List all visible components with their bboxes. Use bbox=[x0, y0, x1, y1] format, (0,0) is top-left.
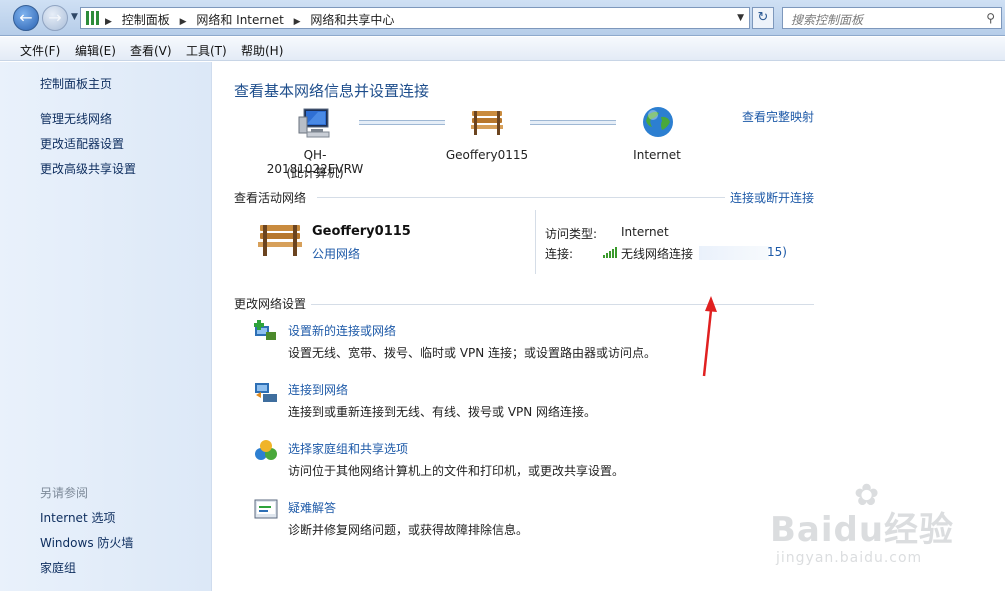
arrow-right-icon: → bbox=[48, 8, 62, 27]
redacted-area bbox=[699, 246, 769, 260]
troubleshoot-icon bbox=[254, 499, 278, 519]
network-link-line bbox=[530, 120, 616, 125]
sidebar-item-internet-options[interactable]: Internet 选项 bbox=[40, 509, 115, 526]
task-setup-connection-link[interactable]: 设置新的连接或网络 bbox=[288, 322, 396, 339]
search-placeholder: 搜索控制面板 bbox=[791, 13, 864, 27]
node-internet-label: Internet bbox=[633, 148, 681, 162]
watermark-brand: Baidu经验 bbox=[770, 510, 955, 550]
breadcrumb-separator-icon[interactable]: ▶ bbox=[105, 17, 112, 27]
connection-label: 连接: bbox=[545, 247, 574, 261]
connect-network-icon bbox=[255, 383, 277, 402]
breadcrumb-separator-icon[interactable]: ▶ bbox=[180, 17, 187, 27]
globe-icon bbox=[643, 107, 673, 137]
node-network-label: Geoffery0115 bbox=[445, 148, 529, 162]
address-toolbar: ← → ▼ ▶ 控制面板 ▶ 网络和 Internet ▶ 网络和共享中心 ▼ … bbox=[0, 0, 1005, 36]
network-type-link[interactable]: 公用网络 bbox=[312, 245, 360, 262]
address-bar[interactable]: ▶ 控制面板 ▶ 网络和 Internet ▶ 网络和共享中心 ▼ bbox=[80, 7, 750, 29]
bench-icon bbox=[471, 111, 503, 135]
task-connect-network-desc: 连接到或重新连接到无线、有线、拨号或 VPN 网络连接。 bbox=[288, 405, 597, 419]
menu-tools[interactable]: 工具(T) bbox=[186, 42, 227, 59]
task-troubleshoot-desc: 诊断并修复网络问题，或获得故障排除信息。 bbox=[288, 523, 529, 537]
back-button[interactable]: ← bbox=[13, 5, 39, 31]
wifi-signal-icon bbox=[603, 247, 619, 258]
breadcrumb-network-sharing-center[interactable]: 网络和共享中心 bbox=[310, 13, 394, 27]
control-panel-icon bbox=[86, 11, 100, 25]
refresh-icon: ↻ bbox=[757, 10, 769, 25]
homegroup-icon bbox=[255, 440, 277, 460]
arrow-left-icon: ← bbox=[19, 8, 33, 27]
forward-button[interactable]: → bbox=[42, 5, 68, 31]
active-network-name: Geoffery0115 bbox=[312, 224, 411, 239]
task-connect-network-link[interactable]: 连接到网络 bbox=[288, 381, 348, 398]
search-input[interactable]: 搜索控制面板 ⚲ bbox=[782, 7, 1002, 29]
access-type-value: Internet bbox=[621, 225, 669, 239]
watermark-url: jingyan.baidu.com bbox=[776, 550, 923, 566]
left-nav-pane: 控制面板主页 管理无线网络 更改适配器设置 更改高级共享设置 另请参阅 Inte… bbox=[0, 62, 212, 591]
node-computer-sublabel: (此计算机) bbox=[286, 166, 344, 180]
recent-pages-dropdown[interactable]: ▼ bbox=[71, 12, 78, 22]
refresh-button[interactable]: ↻ bbox=[752, 7, 774, 29]
breadcrumb: ▶ 控制面板 ▶ 网络和 Internet ▶ 网络和共享中心 bbox=[105, 11, 400, 28]
breadcrumb-control-panel[interactable]: 控制面板 bbox=[122, 13, 170, 27]
sidebar-item-windows-firewall[interactable]: Windows 防火墙 bbox=[40, 534, 133, 551]
menu-help[interactable]: 帮助(H) bbox=[241, 42, 283, 59]
computer-icon bbox=[298, 108, 330, 138]
sidebar-item-control-panel-home[interactable]: 控制面板主页 bbox=[40, 75, 112, 92]
section-divider bbox=[317, 197, 725, 198]
connect-disconnect-link[interactable]: 连接或断开连接 bbox=[730, 189, 814, 206]
menu-edit[interactable]: 编辑(E) bbox=[75, 42, 116, 59]
task-troubleshoot-link[interactable]: 疑难解答 bbox=[288, 499, 336, 516]
breadcrumb-separator-icon[interactable]: ▶ bbox=[294, 17, 301, 27]
vertical-divider bbox=[535, 210, 536, 274]
menu-view[interactable]: 查看(V) bbox=[130, 42, 172, 59]
change-settings-header: 更改网络设置 bbox=[234, 297, 307, 311]
see-also-header: 另请参阅 bbox=[40, 486, 89, 500]
full-map-link[interactable]: 查看完整映射 bbox=[742, 108, 814, 125]
address-history-dropdown-icon[interactable]: ▼ bbox=[737, 13, 744, 23]
breadcrumb-network-internet[interactable]: 网络和 Internet bbox=[196, 13, 283, 27]
sidebar-item-manage-wireless[interactable]: 管理无线网络 bbox=[40, 110, 112, 127]
task-homegroup-link[interactable]: 选择家庭组和共享选项 bbox=[288, 440, 408, 457]
search-icon[interactable]: ⚲ bbox=[986, 11, 995, 25]
sidebar-item-advanced-sharing[interactable]: 更改高级共享设置 bbox=[40, 160, 136, 177]
annotation-arrow bbox=[702, 296, 717, 377]
task-homegroup-desc: 访问位于其他网络计算机上的文件和打印机，或更改共享设置。 bbox=[288, 464, 625, 478]
wireless-connection-link[interactable]: 无线网络连接 bbox=[621, 245, 693, 262]
connection-suffix[interactable]: 15) bbox=[767, 245, 787, 259]
section-divider bbox=[311, 304, 814, 305]
menu-bar: 文件(F) 编辑(E) 查看(V) 工具(T) 帮助(H) bbox=[0, 37, 1005, 61]
menu-file[interactable]: 文件(F) bbox=[20, 42, 60, 59]
baidu-watermark: ✿ Baidu经验 jingyan.baidu.com bbox=[770, 478, 995, 588]
sidebar-item-homegroup[interactable]: 家庭组 bbox=[40, 559, 76, 576]
task-setup-connection-desc: 设置无线、宽带、拨号、临时或 VPN 连接；或设置路由器或访问点。 bbox=[288, 346, 657, 360]
page-title: 查看基本网络信息并设置连接 bbox=[234, 82, 430, 100]
new-connection-icon bbox=[254, 320, 276, 340]
network-link-line bbox=[359, 120, 445, 125]
active-networks-header: 查看活动网络 bbox=[234, 191, 307, 205]
bench-icon bbox=[258, 225, 302, 256]
sidebar-item-adapter-settings[interactable]: 更改适配器设置 bbox=[40, 135, 124, 152]
access-type-label: 访问类型: bbox=[545, 227, 598, 241]
